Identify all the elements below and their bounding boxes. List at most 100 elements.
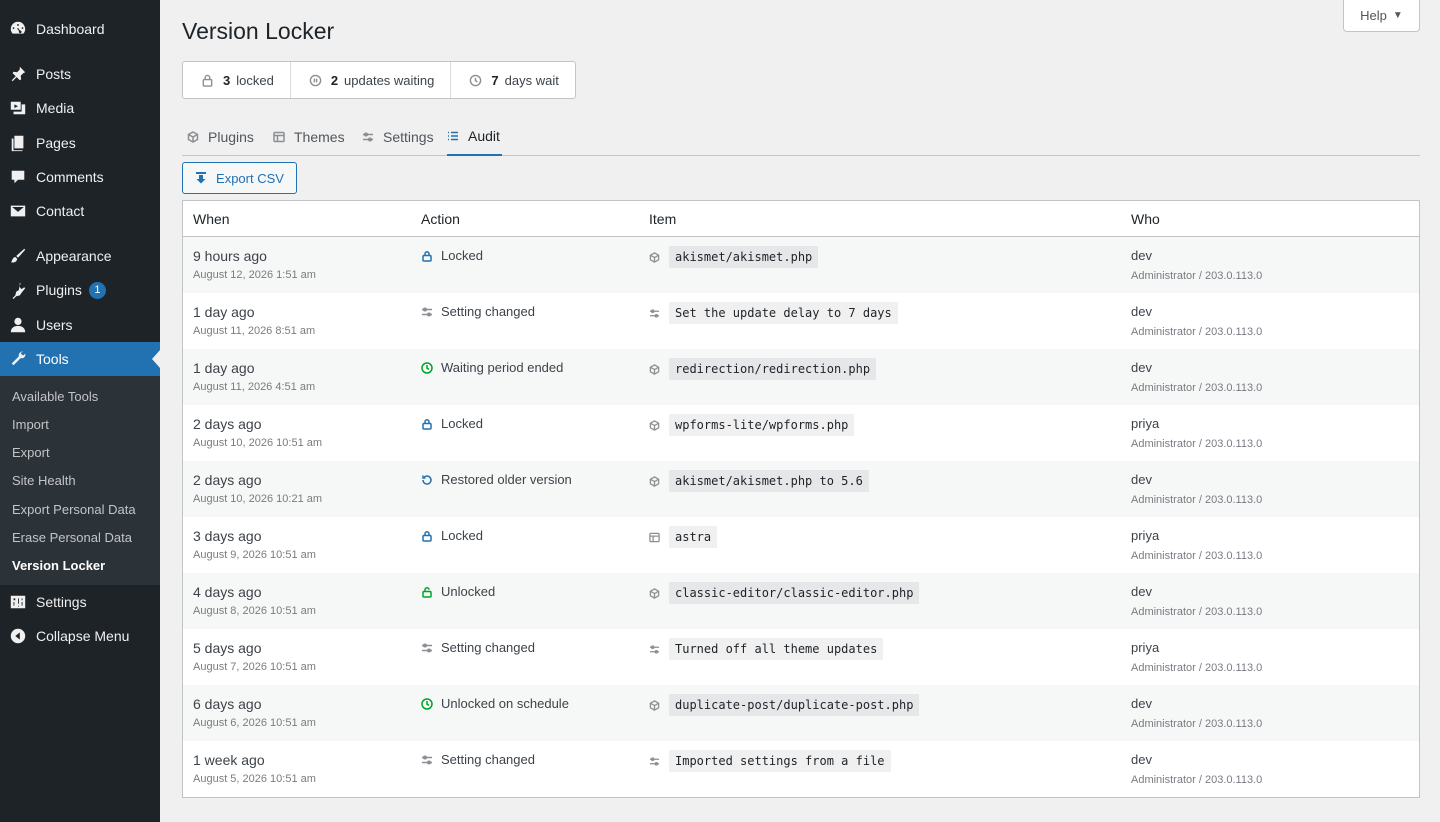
- layout-icon: [649, 532, 669, 543]
- menu-appearance[interactable]: Appearance: [0, 239, 160, 273]
- column-header-item[interactable]: Item: [649, 211, 676, 227]
- tab-themes[interactable]: Themes: [273, 118, 345, 156]
- days-label: days wait: [504, 72, 559, 88]
- who-user: dev: [1131, 472, 1152, 487]
- restore-icon: [421, 474, 441, 486]
- tab-audit[interactable]: Audit: [447, 118, 502, 156]
- when-date: August 8, 2026 10:51 am: [193, 605, 316, 617]
- menu-plugins[interactable]: Plugins 1: [0, 273, 160, 307]
- when-relative: 1 day ago: [193, 304, 255, 320]
- cube-icon: [649, 587, 669, 599]
- export-csv-label: Export CSV: [216, 170, 284, 186]
- action-label: Locked: [441, 528, 483, 543]
- item-code: Set the update delay to 7 days: [669, 302, 898, 324]
- table-row: 1 day ago August 11, 2026 8:51 am Setting …: [183, 293, 1419, 349]
- help-label: Help: [1360, 8, 1387, 23]
- when-relative: 1 day ago: [193, 360, 255, 376]
- submenu-available-tools[interactable]: Available Tools: [12, 389, 98, 404]
- table-row: 2 days ago August 10, 2026 10:21 am Restor…: [183, 461, 1419, 517]
- admin-sidebar: Dashboard Posts Media Pages Comments Con…: [0, 0, 160, 822]
- sliders-icon: [421, 642, 441, 654]
- who-role-ip: Administrator / 203.0.113.0: [1131, 606, 1263, 618]
- who-role-ip: Administrator / 203.0.113.0: [1131, 718, 1263, 730]
- clock-icon: [470, 74, 482, 86]
- stat-updates: 2 updates waiting: [291, 62, 452, 98]
- menu-pages[interactable]: Pages: [0, 126, 160, 160]
- submenu-site-health[interactable]: Site Health: [12, 473, 76, 488]
- cube-icon: [649, 419, 669, 431]
- sliders-icon: [363, 132, 373, 142]
- help-button[interactable]: Help ▼: [1343, 0, 1420, 32]
- action-cell: Setting changed: [421, 640, 535, 655]
- action-cell: Waiting period ended: [421, 360, 563, 375]
- updates-count: 2: [330, 72, 339, 88]
- tab-plugins[interactable]: Plugins: [187, 118, 254, 156]
- when-relative: 5 days ago: [193, 640, 262, 656]
- menu-contact[interactable]: Contact: [0, 194, 160, 228]
- submenu-export[interactable]: Export: [12, 445, 50, 460]
- pin-icon: [8, 64, 28, 84]
- column-header-who[interactable]: Who: [1131, 211, 1160, 227]
- settings-icon: [8, 592, 28, 612]
- clock-icon: [421, 697, 441, 710]
- sliders-icon: [649, 308, 669, 319]
- who-user: dev: [1131, 752, 1152, 767]
- audit-log-table: When Action Item Who 9 hours ago August 1…: [182, 200, 1420, 798]
- collapse-menu-button[interactable]: Collapse Menu: [0, 619, 160, 653]
- submenu-version-locker[interactable]: Version Locker: [12, 558, 105, 573]
- cube-icon: [649, 363, 669, 375]
- export-csv-button[interactable]: Export CSV: [182, 162, 297, 194]
- tab-bar: Plugins Themes Settings Audit: [182, 118, 1420, 156]
- item-cell: classic-editor/classic-editor.php: [649, 582, 920, 604]
- menu-label: Users: [36, 317, 73, 333]
- menu-label: Comments: [36, 169, 104, 185]
- menu-label: Posts: [36, 66, 72, 82]
- action-cell: Unlocked on schedule: [421, 696, 569, 711]
- column-header-when[interactable]: When: [193, 211, 230, 227]
- item-code: astra: [669, 526, 718, 548]
- submenu-export-personal-data[interactable]: Export Personal Data: [12, 502, 136, 517]
- table-header: When Action Item Who: [183, 201, 1419, 237]
- when-relative: 4 days ago: [193, 584, 262, 600]
- comment-icon: [8, 167, 28, 187]
- when-date: August 10, 2026 10:21 am: [193, 493, 323, 505]
- menu-posts[interactable]: Posts: [0, 57, 160, 91]
- item-cell: wpforms-lite/wpforms.php: [649, 414, 855, 436]
- pause-circle-icon: [309, 74, 322, 86]
- menu-tools[interactable]: Tools: [0, 342, 160, 376]
- who-user: dev: [1131, 584, 1152, 599]
- who-user: priya: [1131, 640, 1160, 655]
- stats-summary: 3 locked 2 updates waiting 7 days wait: [182, 61, 576, 99]
- locked-label: locked: [236, 72, 274, 88]
- who-user: priya: [1131, 416, 1160, 431]
- lock-icon: [421, 250, 441, 262]
- dashboard-icon: [8, 19, 28, 39]
- when-date: August 10, 2026 10:51 am: [193, 437, 323, 449]
- table-row: 6 days ago August 6, 2026 10:51 am Unlocke…: [183, 685, 1419, 741]
- layout-icon: [273, 131, 285, 143]
- menu-label: Pages: [36, 135, 76, 151]
- menu-users[interactable]: Users: [0, 308, 160, 342]
- tab-settings[interactable]: Settings: [362, 118, 434, 156]
- submenu-erase-personal-data[interactable]: Erase Personal Data: [12, 530, 132, 545]
- menu-label: Media: [36, 100, 75, 116]
- tab-label: Audit: [468, 128, 500, 144]
- column-header-action[interactable]: Action: [421, 211, 460, 227]
- action-cell: Restored older version: [421, 472, 572, 487]
- menu-dashboard[interactable]: Dashboard: [0, 12, 160, 46]
- menu-media[interactable]: Media: [0, 91, 160, 125]
- menu-settings[interactable]: Settings: [0, 585, 160, 619]
- item-cell: astra: [649, 526, 718, 548]
- action-label: Unlocked: [441, 584, 496, 599]
- action-label: Restored older version: [441, 472, 572, 487]
- item-code: akismet/akismet.php to 5.6: [669, 470, 869, 492]
- submenu-import[interactable]: Import: [12, 417, 49, 432]
- action-label: Waiting period ended: [441, 360, 564, 375]
- when-relative: 1 week ago: [193, 752, 265, 768]
- mail-icon: [8, 201, 28, 221]
- menu-comments[interactable]: Comments: [0, 160, 160, 194]
- action-label: Locked: [441, 248, 483, 263]
- menu-label: Settings: [36, 594, 87, 610]
- page-title: Version Locker: [182, 18, 335, 44]
- user-icon: [8, 315, 28, 335]
